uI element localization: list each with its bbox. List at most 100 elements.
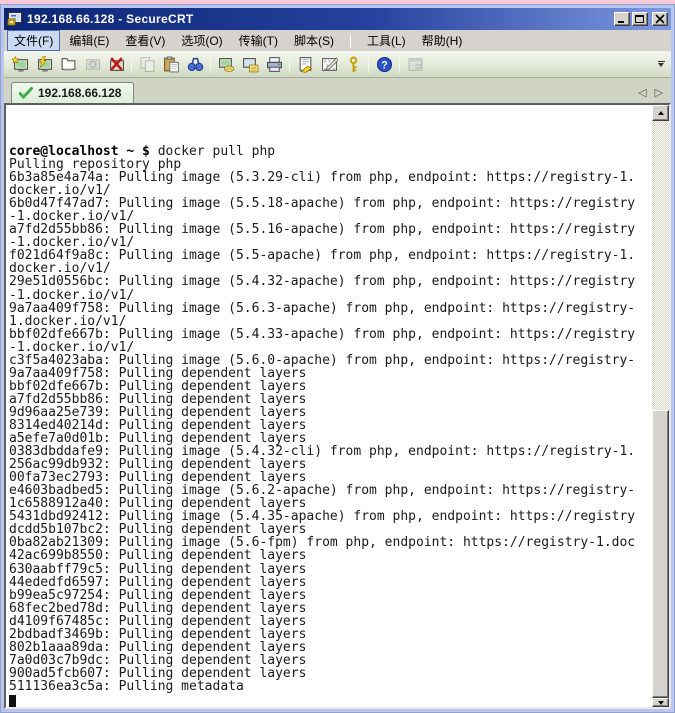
help-icon: ?: [376, 56, 393, 73]
session-tab-label: 192.168.66.128: [38, 86, 121, 100]
menu-bar: 文件(F)编辑(E)查看(V)选项(O)传输(T)脚本(S) 工具(L)帮助(H): [4, 30, 671, 51]
terminal-output-line: 68fec2bed78d: Pulling dependent layers: [9, 602, 652, 615]
scrollbar-thumb[interactable]: [652, 410, 669, 699]
close-button[interactable]: [652, 12, 668, 26]
print-icon: [266, 56, 283, 73]
connect-icon: [36, 56, 53, 73]
toolbar-overflow-icon: [658, 61, 665, 62]
quick-connect-button[interactable]: [8, 53, 32, 76]
session-options-icon: [297, 56, 314, 73]
scrollbar-up-button[interactable]: [652, 105, 669, 121]
title-bar: 192.168.66.128 - SecureCRT: [4, 8, 671, 30]
toolbar-separator: [399, 56, 400, 73]
menu-separator: [350, 34, 351, 48]
menu-item-file[interactable]: 文件(F): [7, 30, 60, 51]
global-options-icon: [321, 56, 338, 73]
terminal-output[interactable]: core@localhost ~ $ docker pull phpPullin…: [6, 105, 652, 707]
menu-item-help[interactable]: 帮助(H): [415, 30, 470, 51]
toolbar-separator: [131, 56, 132, 73]
global-options-button[interactable]: [317, 53, 341, 76]
terminal-output-line: b99ea5c97254: Pulling dependent layers: [9, 589, 652, 602]
toolbar: ?: [4, 51, 671, 78]
print-button[interactable]: [262, 53, 286, 76]
maximize-icon: [634, 14, 646, 24]
minimize-icon: [616, 14, 628, 24]
menu-item-transfer[interactable]: 传输(T): [232, 30, 285, 51]
terminal-output-line: 630aabff79c5: Pulling dependent layers: [9, 563, 652, 576]
terminal-output-line: 2bdbadf3469b: Pulling dependent layers: [9, 628, 652, 641]
terminal-output-line: 9a7aa409f758: Pulling image (5.6.3-apach…: [9, 302, 652, 315]
log-session-icon: [218, 56, 235, 73]
help-button[interactable]: ?: [372, 53, 396, 76]
securecrt-app-icon: [7, 11, 23, 27]
toolbar-separator: [210, 56, 211, 73]
scrollbar-down-button[interactable]: [652, 698, 669, 707]
connected-check-icon: [19, 87, 33, 99]
raw-log-button[interactable]: [238, 53, 262, 76]
menu-item-tools[interactable]: 工具(L): [360, 30, 413, 51]
menu-item-script[interactable]: 脚本(S): [287, 30, 341, 51]
paste-icon: [163, 56, 180, 73]
copy-button[interactable]: [135, 53, 159, 76]
terminal-output-line: 7a0d03c7b9dc: Pulling dependent layers: [9, 654, 652, 667]
scroll-tabs-left-button[interactable]: ◁: [638, 88, 646, 99]
terminal-output-line: bbf02dfe667b: Pulling dependent layers: [9, 380, 652, 393]
toolbar-separator: [289, 56, 290, 73]
menu-item-view[interactable]: 查看(V): [118, 30, 172, 51]
terminal-output-line: 900ad5fcb607: Pulling dependent layers: [9, 667, 652, 680]
raw-log-icon: [242, 56, 259, 73]
terminal-output-line: 1.docker.io/v1/: [9, 315, 652, 328]
minimize-button[interactable]: [614, 12, 630, 26]
securecrt-window: 192.168.66.128 - SecureCRT 文件(F)编辑(E)查看(…: [0, 4, 675, 713]
connect-button[interactable]: [32, 53, 56, 76]
app-window-button[interactable]: [403, 53, 427, 76]
menu-item-edit[interactable]: 编辑(E): [62, 30, 116, 51]
session-tab[interactable]: 192.168.66.128: [11, 82, 134, 103]
reconnect-button[interactable]: [80, 53, 104, 76]
scroll-up-icon: [658, 111, 664, 115]
terminal-output-line: 802b1aaa89da: Pulling dependent layers: [9, 641, 652, 654]
quick-connect-icon: [12, 56, 29, 73]
disconnect-icon: [108, 56, 125, 73]
scroll-down-icon: [658, 701, 664, 705]
terminal-output-line: -1.docker.io/v1/: [9, 341, 652, 354]
close-icon: [654, 14, 666, 24]
terminal-output-line: a7fd2d55bb86: Pulling dependent layers: [9, 393, 652, 406]
terminal-output-line: c3f5a4023aba: Pulling image (5.6.0-apach…: [9, 354, 652, 367]
tab-bar: 192.168.66.128 ◁ ▷: [4, 78, 671, 103]
toolbar-overflow-button[interactable]: [655, 61, 667, 67]
svg-text:?: ?: [381, 59, 387, 71]
terminal-output-line: 9a7aa409f758: Pulling dependent layers: [9, 367, 652, 380]
terminal-cursor-line: [9, 693, 652, 706]
menu-item-options[interactable]: 选项(O): [174, 30, 229, 51]
scroll-tabs-right-button[interactable]: ▷: [655, 88, 663, 99]
terminal-cursor: [9, 695, 16, 707]
window-controls: [614, 12, 668, 26]
terminal-output-line: 29e51d0556bc: Pulling image (5.4.32-apac…: [9, 275, 652, 288]
terminal-output-line: d4109f67485c: Pulling dependent layers: [9, 615, 652, 628]
window-title: 192.168.66.128 - SecureCRT: [27, 12, 614, 26]
toolbar-separator: [368, 56, 369, 73]
app-window-icon: [407, 56, 424, 73]
reconnect-icon: [84, 56, 101, 73]
paste-button[interactable]: [159, 53, 183, 76]
terminal-output-line: bbf02dfe667b: Pulling image (5.4.33-apac…: [9, 328, 652, 341]
terminal-scrollbar: [652, 105, 669, 707]
session-options-button[interactable]: [293, 53, 317, 76]
terminal-output-line: -1.docker.io/v1/: [9, 289, 652, 302]
connect-in-tab-icon: [60, 56, 77, 73]
key-agent-icon: [345, 56, 362, 73]
tab-scroll-controls: ◁ ▷: [638, 88, 667, 103]
log-session-button[interactable]: [214, 53, 238, 76]
scrollbar-track[interactable]: [652, 121, 669, 698]
find-button[interactable]: [183, 53, 207, 76]
maximize-button[interactable]: [632, 12, 648, 26]
disconnect-button[interactable]: [104, 53, 128, 76]
connect-in-tab-button[interactable]: [56, 53, 80, 76]
copy-icon: [139, 56, 156, 73]
key-agent-button[interactable]: [341, 53, 365, 76]
terminal-output-line: 42ac699b8550: Pulling dependent layers: [9, 549, 652, 562]
find-icon: [187, 56, 204, 73]
terminal-area: core@localhost ~ $ docker pull phpPullin…: [4, 103, 671, 709]
terminal-output-line: 511136ea3c5a: Pulling metadata: [9, 680, 652, 693]
